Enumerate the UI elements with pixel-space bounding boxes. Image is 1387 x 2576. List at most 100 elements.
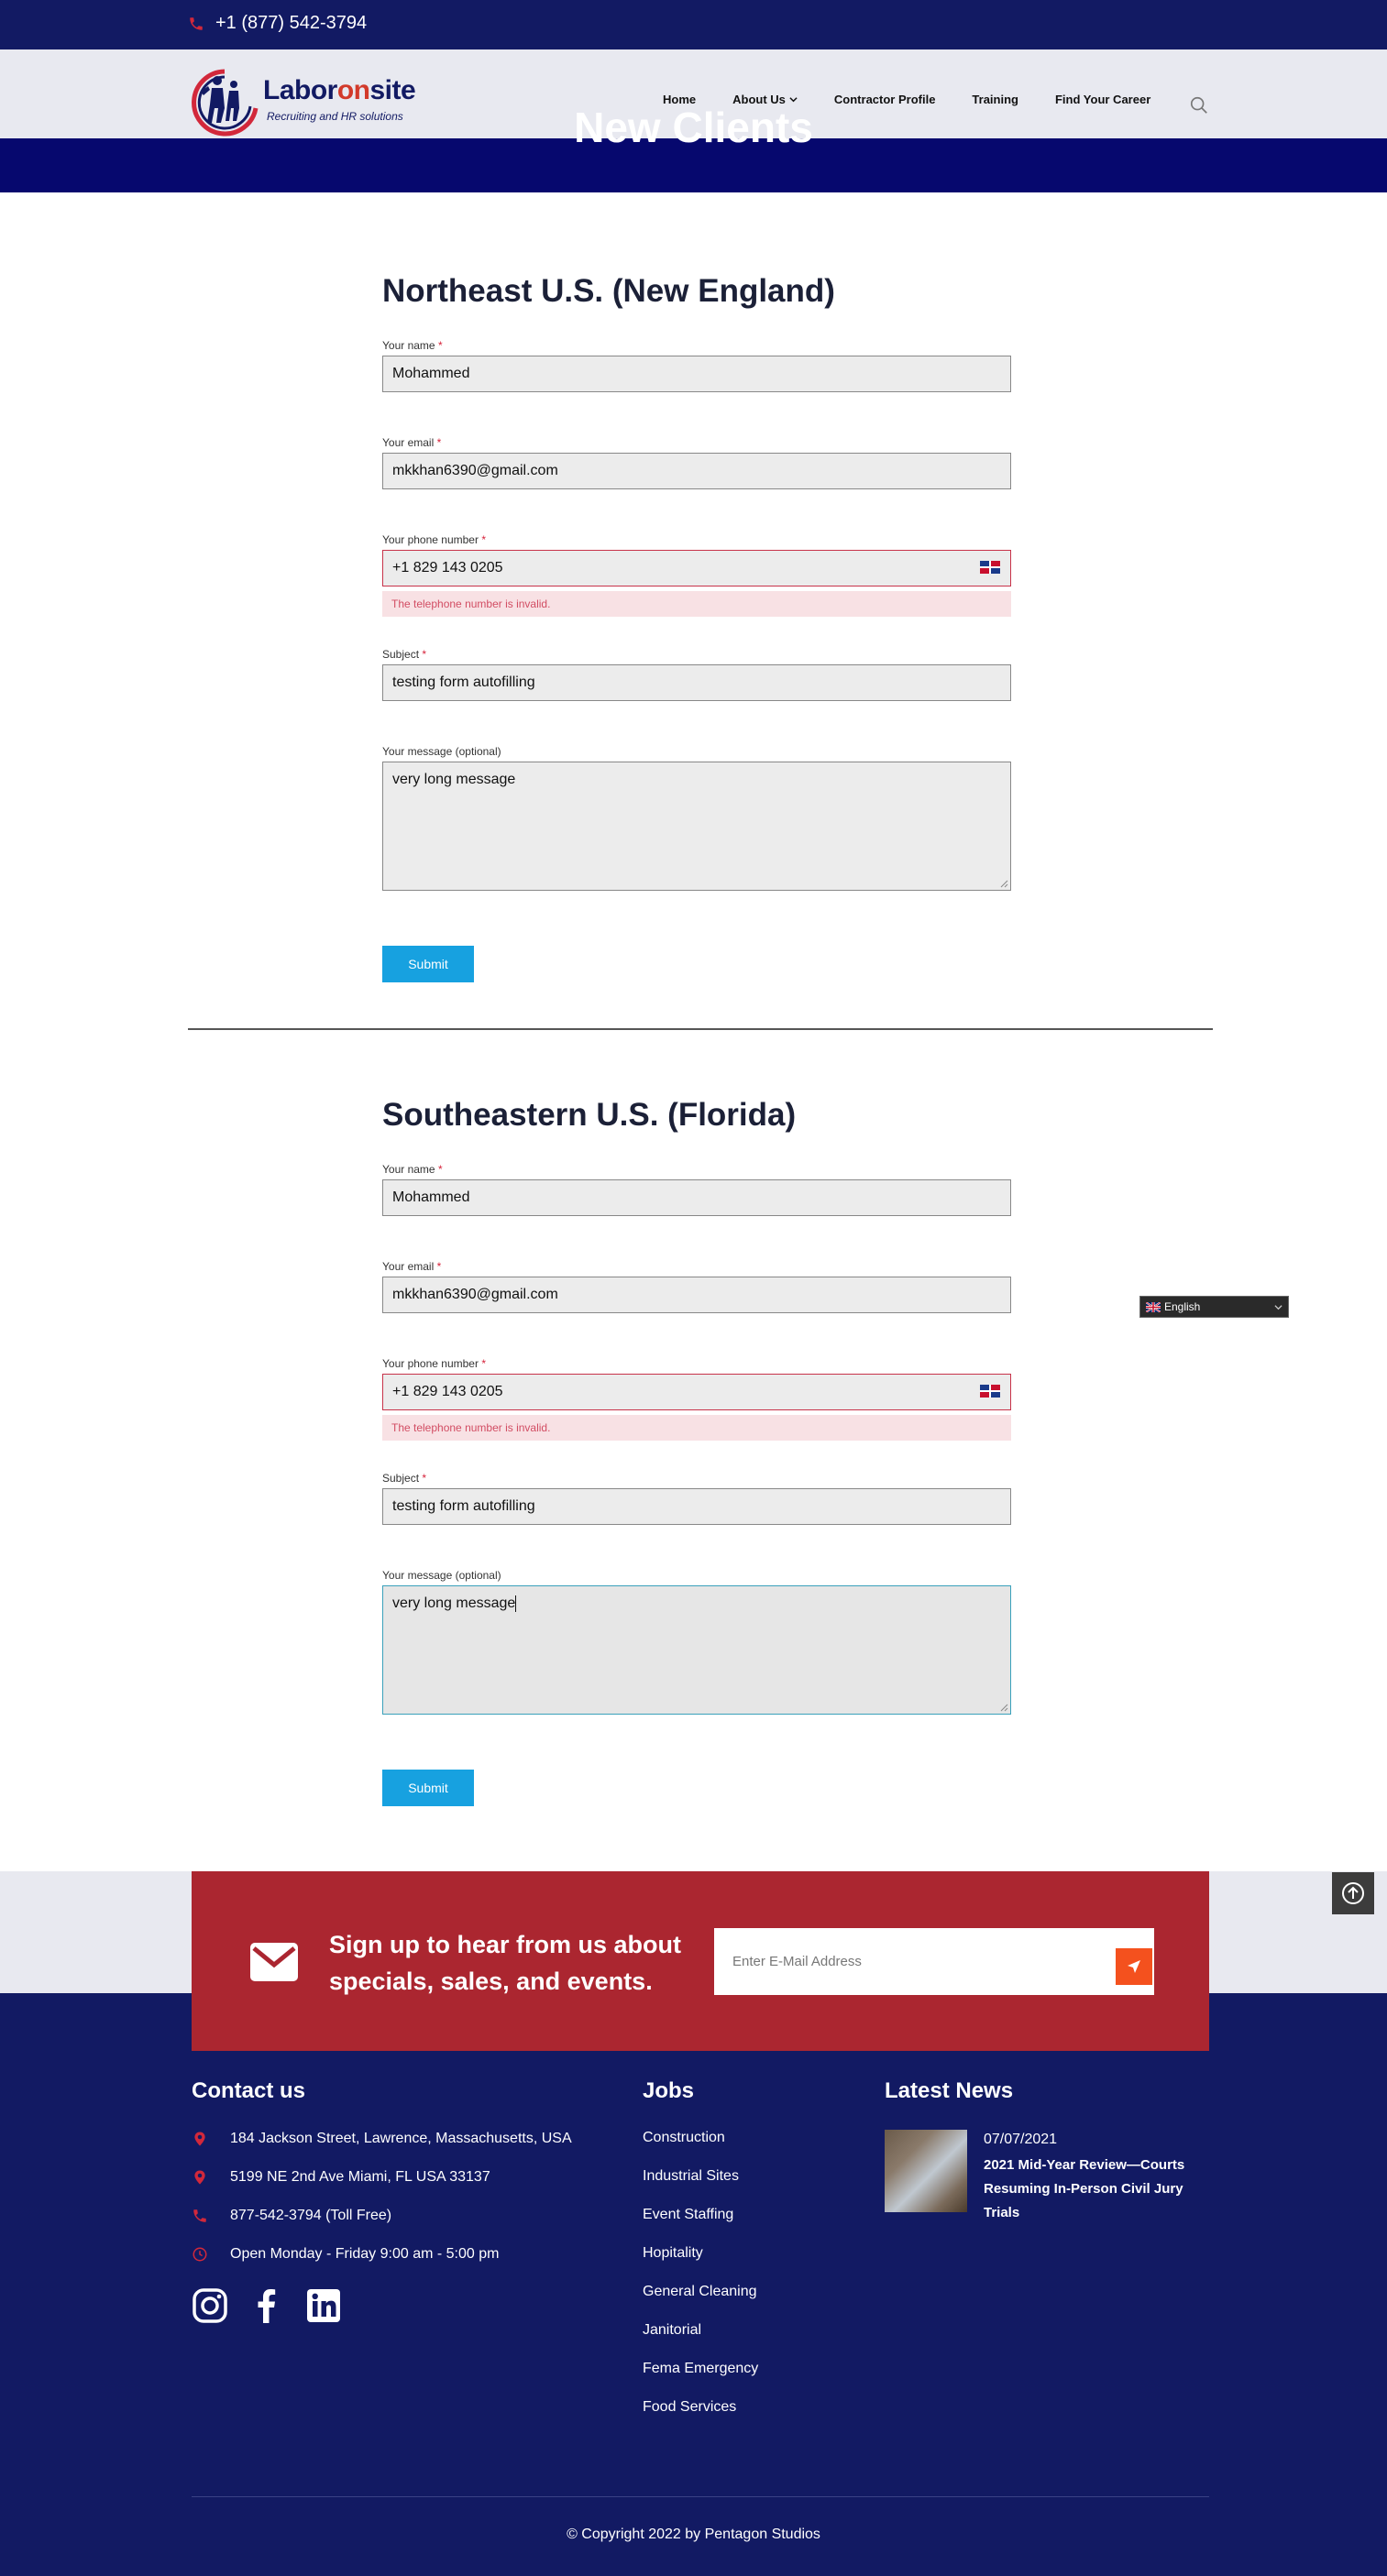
job-link-general-cleaning[interactable]: General Cleaning xyxy=(643,2284,758,2302)
job-link-food-services[interactable]: Food Services xyxy=(643,2399,758,2417)
required-mark: * xyxy=(436,436,442,449)
logo-brand: Laboronsite xyxy=(263,75,416,106)
page-title: New Clients xyxy=(574,104,813,151)
name-input[interactable]: Mohammed xyxy=(382,1179,1011,1216)
text-caret xyxy=(515,1595,517,1612)
job-link-construction[interactable]: Construction xyxy=(643,2130,758,2148)
job-link-fema-emergency[interactable]: Fema Emergency xyxy=(643,2361,758,2379)
section-divider xyxy=(188,1028,1213,1030)
footer-divider xyxy=(192,2496,1209,2497)
footer-contact: Contact us 184 Jackson Street, Lawrence,… xyxy=(192,2078,572,2324)
email-label: Your email * xyxy=(382,1260,1011,1273)
name-label: Your name * xyxy=(382,1163,1011,1176)
scroll-to-top-button[interactable] xyxy=(1332,1872,1374,1914)
job-link-event-staffing[interactable]: Event Staffing xyxy=(643,2207,758,2225)
news-date: 07/07/2021 xyxy=(984,2132,1058,2147)
contact-form-northeast: Northeast U.S. (New England) Your name *… xyxy=(382,273,1011,982)
message-text: very long message xyxy=(392,1595,516,1612)
contact-text: 5199 NE 2nd Ave Miami, FL USA 33137 xyxy=(230,2169,490,2185)
job-link-hospitality[interactable]: Hopitality xyxy=(643,2245,758,2264)
instagram-icon[interactable] xyxy=(192,2287,228,2324)
newsletter-text: Sign up to hear from us about specials, … xyxy=(329,1931,681,1995)
message-field: Your message (optional) very long messag… xyxy=(382,1569,1011,1715)
email-label: Your email * xyxy=(382,436,1011,449)
phone-input[interactable]: +1 829 143 0205 xyxy=(382,1374,1011,1410)
label-text: Your name xyxy=(382,1163,435,1176)
footer-jobs: Jobs Construction Industrial Sites Event… xyxy=(643,2078,758,2438)
resize-grip-icon[interactable] xyxy=(999,879,1008,888)
subject-field: Subject * testing form autofilling xyxy=(382,648,1011,701)
label-text: Subject xyxy=(382,1472,420,1485)
phone-field: Your phone number * +1 829 143 0205 The … xyxy=(382,1357,1011,1441)
message-textarea[interactable]: very long message xyxy=(382,762,1011,891)
contact-phone[interactable]: 877-542-3794 (Toll Free) xyxy=(192,2207,572,2225)
form-heading: Northeast U.S. (New England) xyxy=(382,273,835,309)
contact-address-2: 5199 NE 2nd Ave Miami, FL USA 33137 xyxy=(192,2168,572,2187)
required-mark: * xyxy=(481,1357,486,1370)
message-textarea[interactable]: very long message xyxy=(382,1585,1011,1715)
linkedin-icon[interactable] xyxy=(305,2287,342,2324)
job-link-janitorial[interactable]: Janitorial xyxy=(643,2322,758,2340)
contact-form-southeast: Southeastern U.S. (Florida) Your name * … xyxy=(382,1097,1011,1806)
social-links xyxy=(192,2287,572,2324)
newsletter-send-button[interactable] xyxy=(1116,1948,1152,1985)
subject-label: Subject * xyxy=(382,1472,1011,1485)
contact-address-1: 184 Jackson Street, Lawrence, Massachuse… xyxy=(192,2130,572,2148)
mail-icon xyxy=(250,1943,298,1981)
copyright-company-link[interactable]: Pentagon Studios xyxy=(705,2527,820,2542)
required-mark: * xyxy=(481,533,486,546)
label-text: Your phone number xyxy=(382,533,479,546)
map-pin-icon xyxy=(194,2132,205,2146)
top-phone[interactable]: +1 (877) 542-3794 xyxy=(188,13,367,34)
submit-button[interactable]: Submit xyxy=(382,946,474,982)
label-text: Your name xyxy=(382,339,435,352)
job-link-industrial-sites[interactable]: Industrial Sites xyxy=(643,2168,758,2187)
email-input[interactable]: mkkhan6390@gmail.com xyxy=(382,453,1011,489)
phone-label: Your phone number * xyxy=(382,1357,1011,1370)
newsletter-panel: Sign up to hear from us about specials, … xyxy=(192,1871,1209,2051)
contact-text: 184 Jackson Street, Lawrence, Massachuse… xyxy=(230,2131,572,2146)
news-title[interactable]: 2021 Mid-Year Review—Courts Resuming In-… xyxy=(984,2154,1213,2225)
news-item[interactable]: 07/07/2021 2021 Mid-Year Review—Courts R… xyxy=(885,2130,1213,2225)
phone-input[interactable]: +1 829 143 0205 xyxy=(382,550,1011,586)
facebook-icon[interactable] xyxy=(248,2287,285,2324)
country-flag-icon[interactable] xyxy=(980,1385,1000,1398)
contact-heading: Contact us xyxy=(192,2078,306,2103)
language-label: English xyxy=(1164,1300,1201,1313)
news-thumbnail[interactable] xyxy=(885,2130,967,2212)
newsletter-email-input[interactable]: Enter E-Mail Address xyxy=(714,1928,1154,1995)
phone-input-wrap: +1 829 143 0205 xyxy=(382,1374,1011,1410)
name-field: Your name * Mohammed xyxy=(382,1163,1011,1216)
required-mark: * xyxy=(437,339,443,352)
phone-error-message: The telephone number is invalid. xyxy=(382,591,1011,617)
uk-flag-icon xyxy=(1146,1301,1161,1312)
subject-label: Subject * xyxy=(382,648,1011,661)
form-heading: Southeastern U.S. (Florida) xyxy=(382,1097,797,1133)
label-text: Your email xyxy=(382,1260,435,1273)
send-icon xyxy=(1128,1960,1140,1973)
message-label: Your message (optional) xyxy=(382,1569,501,1582)
phone-field: Your phone number * +1 829 143 0205 The … xyxy=(382,533,1011,617)
label-text: Your phone number xyxy=(382,1357,479,1370)
name-input[interactable]: Mohammed xyxy=(382,356,1011,392)
message-text: very long message xyxy=(392,772,516,787)
subject-input[interactable]: testing form autofilling xyxy=(382,664,1011,701)
name-field: Your name * Mohammed xyxy=(382,339,1011,392)
required-mark: * xyxy=(422,648,427,661)
email-input[interactable]: mkkhan6390@gmail.com xyxy=(382,1277,1011,1313)
map-pin-icon xyxy=(194,2170,205,2185)
submit-button[interactable]: Submit xyxy=(382,1770,474,1806)
subject-input[interactable]: testing form autofilling xyxy=(382,1488,1011,1525)
required-mark: * xyxy=(436,1260,442,1273)
label-text: Your email xyxy=(382,436,435,449)
country-flag-icon[interactable] xyxy=(980,561,1000,574)
language-selector[interactable]: English xyxy=(1139,1296,1289,1318)
subject-field: Subject * testing form autofilling xyxy=(382,1472,1011,1525)
resize-grip-icon[interactable] xyxy=(999,1703,1008,1712)
email-field: Your email * mkkhan6390@gmail.com xyxy=(382,1260,1011,1313)
clock-icon xyxy=(193,2247,207,2262)
top-phone-text: +1 (877) 542-3794 xyxy=(215,13,368,33)
contact-text: Open Monday - Friday 9:00 am - 5:00 pm xyxy=(230,2246,500,2262)
phone-input-wrap: +1 829 143 0205 xyxy=(382,550,1011,586)
name-label: Your name * xyxy=(382,339,1011,352)
